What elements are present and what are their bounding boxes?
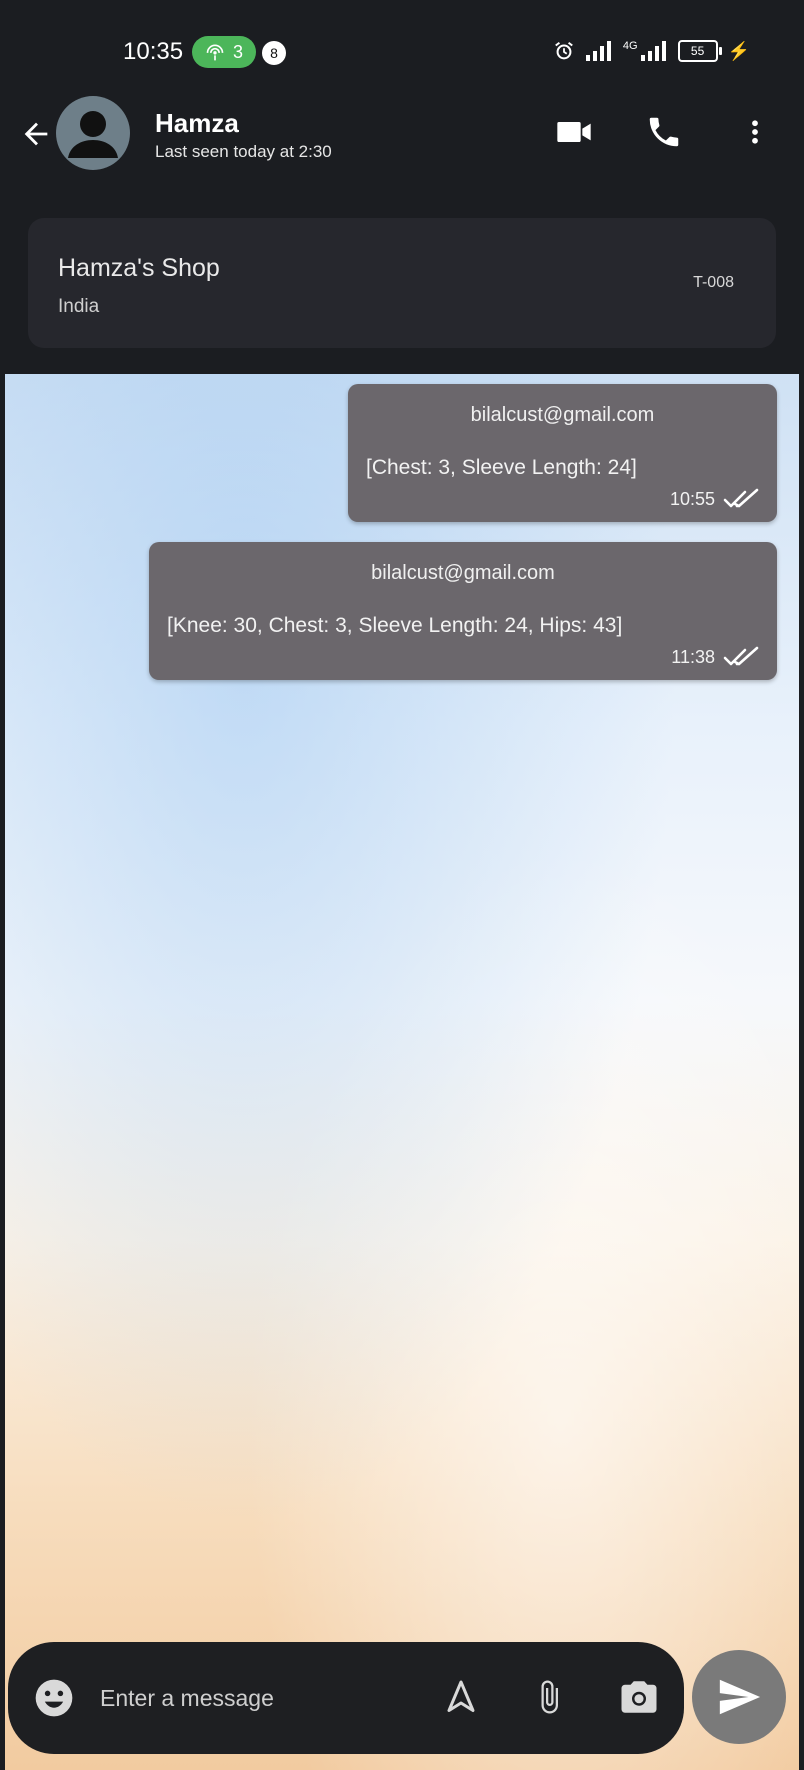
attach-button[interactable]: [524, 1672, 574, 1722]
back-button[interactable]: [16, 114, 56, 154]
signal-icon: [585, 41, 611, 61]
message-meta: 11:38: [671, 646, 759, 668]
phone-icon: [649, 117, 679, 147]
shop-code: T-008: [693, 274, 734, 291]
message-meta: 10:55: [670, 488, 759, 510]
avatar[interactable]: [56, 96, 130, 170]
notification-badge: 8: [262, 41, 286, 65]
last-seen-status: Last seen today at 2:30: [155, 142, 332, 161]
status-right: 4G 55 ⚡: [553, 40, 750, 62]
status-bar: 10:35 3 8 4G 55 ⚡: [0, 0, 804, 90]
message-sender: bilalcust@gmail.com: [371, 562, 555, 584]
message-text: [Chest: 3, Sleeve Length: 24]: [366, 456, 637, 479]
attach-icon: [541, 1680, 558, 1714]
emoji-button[interactable]: [32, 1676, 76, 1720]
more-vert-icon: [752, 120, 758, 144]
double-check-icon: [723, 488, 759, 508]
camera-button[interactable]: [614, 1672, 664, 1722]
app-bar: Hamza Last seen today at 2:30: [0, 90, 804, 180]
double-check-icon: [723, 646, 759, 666]
send-button[interactable]: [692, 1650, 786, 1744]
message-time: 10:55: [669, 488, 715, 509]
message-bubble[interactable]: bilalcust@gmail.com [Chest: 3, Sleeve Le…: [348, 384, 777, 522]
shop-country: India: [58, 296, 100, 317]
chat-messages-area[interactable]: bilalcust@gmail.com [Chest: 3, Sleeve Le…: [5, 374, 799, 1770]
shop-name: Hamza's Shop: [58, 254, 220, 282]
hotspot-icon: [206, 44, 224, 61]
contact-name[interactable]: Hamza: [155, 108, 239, 139]
message-text: [Knee: 30, Chest: 3, Sleeve Length: 24, …: [167, 614, 623, 637]
message-time: 11:38: [671, 646, 715, 667]
more-options-button[interactable]: [733, 110, 777, 154]
hotspot-count: 3: [232, 41, 243, 62]
avatar-person-icon: [68, 111, 118, 158]
send-icon: [719, 1679, 761, 1715]
charging-icon: ⚡: [727, 40, 750, 61]
alarm-icon: [555, 41, 573, 60]
camera-icon: [621, 1681, 657, 1713]
shop-card[interactable]: Hamza's Shop India T-008: [28, 218, 776, 348]
emoji-icon: [35, 1679, 73, 1717]
top-bar: 10:35 3 8 4G 55 ⚡ Hamza Last seen today …: [0, 0, 804, 374]
hotspot-indicator: 3: [192, 36, 256, 68]
signal-icon-2: [640, 41, 666, 61]
status-time: 10:35: [123, 38, 184, 65]
network-label: 4G: [622, 40, 638, 52]
video-call-button[interactable]: [552, 110, 596, 154]
battery-level: 55: [690, 44, 705, 58]
chat-screen: 10:35 3 8 4G 55 ⚡ Hamza Last seen today …: [0, 0, 804, 1770]
location-button[interactable]: [436, 1672, 486, 1722]
location-arrow-icon: [447, 1680, 475, 1712]
battery-indicator: 55: [677, 40, 722, 62]
voice-call-button[interactable]: [642, 110, 686, 154]
message-bubble[interactable]: bilalcust@gmail.com [Knee: 30, Chest: 3,…: [149, 542, 777, 680]
back-arrow-icon: [24, 122, 48, 146]
video-call-icon: [557, 122, 591, 142]
message-sender: bilalcust@gmail.com: [470, 404, 655, 426]
message-composer: [8, 1642, 684, 1754]
message-input[interactable]: [98, 1674, 422, 1722]
